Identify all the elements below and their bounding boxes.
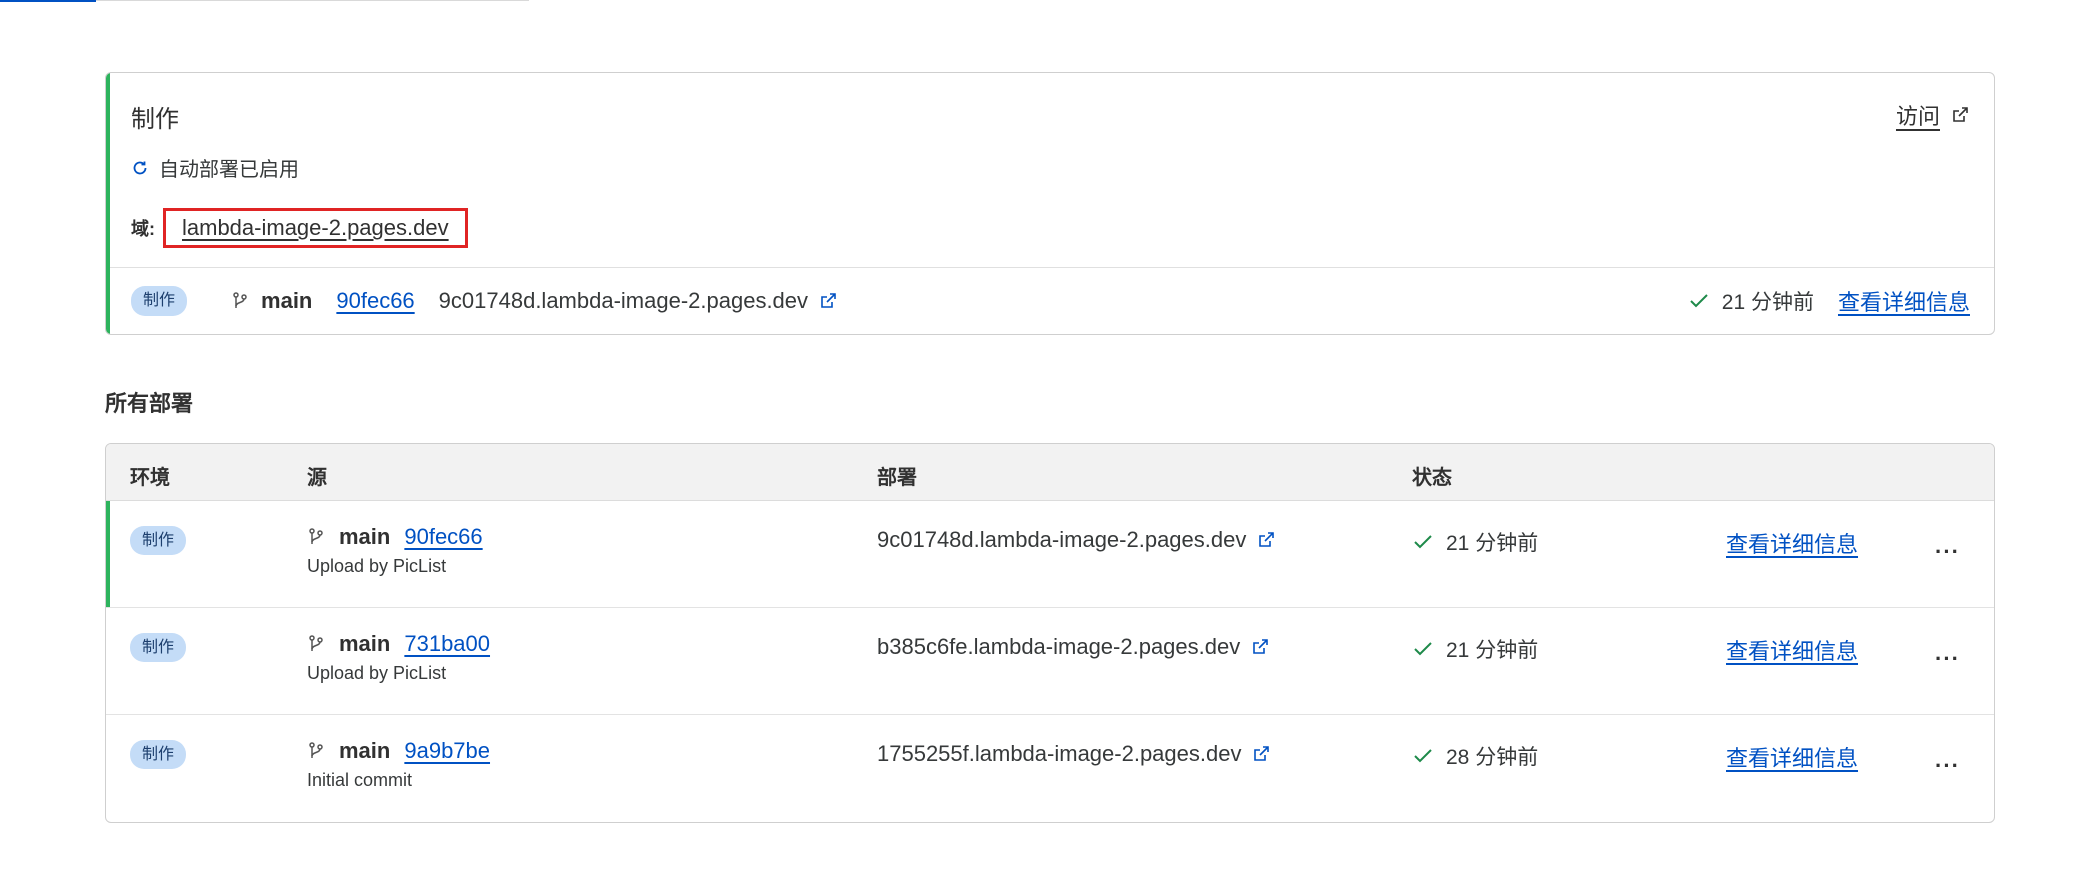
check-icon	[1414, 749, 1432, 763]
tab-underline	[0, 0, 529, 2]
production-card: 制作 访问 自动部署已启用 域: lambda-image-2.pages.de…	[105, 72, 1995, 335]
commit-hash-link[interactable]: 9a9b7be	[404, 738, 490, 764]
branch-name: main	[339, 738, 391, 763]
branch-name: main	[339, 631, 391, 656]
visit-label: 访问	[1895, 104, 1940, 129]
git-branch-icon	[309, 528, 323, 544]
column-header-source: 源	[307, 467, 327, 489]
view-details-link[interactable]: 查看详细信息	[1726, 527, 1858, 559]
external-link-icon	[1953, 107, 1968, 122]
external-link-icon[interactable]	[1251, 744, 1271, 764]
branch-name: main	[339, 524, 391, 549]
commit-hash-link[interactable]: 731ba00	[404, 631, 490, 657]
table-row: 制作 main 731ba00 Upload by PicList b385c6…	[106, 608, 1994, 715]
production-accent-bar	[106, 73, 110, 334]
column-header-status: 状态	[1412, 467, 1452, 489]
commit-message: Upload by PicList	[307, 556, 447, 576]
deployment-cell: 1755255f.lambda-image-2.pages.dev	[877, 741, 1271, 767]
table-row: 制作 main 9a9b7be Initial commit 1755255f.…	[106, 715, 1994, 822]
check-icon	[1414, 642, 1432, 656]
deployments-table: 环境 源 部署 状态 制作 main 90fec66 Upload by Pic…	[105, 443, 1995, 823]
more-actions-icon[interactable]: ···	[1935, 753, 1960, 779]
source-cell: main 731ba00 Upload by PicList	[307, 631, 490, 684]
external-link-icon[interactable]	[1250, 637, 1270, 657]
env-badge: 制作	[130, 740, 187, 770]
view-details-link[interactable]: 查看详细信息	[1726, 634, 1858, 666]
refresh-icon	[133, 161, 147, 174]
production-title: 制作	[131, 106, 179, 133]
commit-message: Upload by PicList	[307, 663, 447, 683]
status-time: 21 分钟前	[1446, 639, 1539, 662]
auto-deploy-status: 自动部署已启用	[131, 153, 299, 182]
status-time: 28 分钟前	[1446, 746, 1539, 769]
git-branch-icon	[309, 742, 323, 758]
table-row: 制作 main 90fec66 Upload by PicList 9c0174…	[106, 501, 1994, 608]
status-cell: 28 分钟前	[1412, 741, 1538, 771]
deployment-url: 9c01748d.lambda-image-2.pages.dev	[877, 527, 1247, 552]
domain-link[interactable]: lambda-image-2.pages.dev	[182, 215, 449, 240]
domain-row: 域: lambda-image-2.pages.dev	[131, 208, 468, 248]
deployment-cell: b385c6fe.lambda-image-2.pages.dev	[877, 634, 1270, 660]
domain-label: 域:	[131, 219, 155, 239]
status-cell: 21 分钟前	[1412, 634, 1538, 664]
external-link-icon[interactable]	[1256, 530, 1276, 550]
external-link-icon[interactable]	[818, 291, 838, 311]
deployment-cell: 9c01748d.lambda-image-2.pages.dev	[877, 527, 1276, 553]
latest-deployment-row: 制作 main 90fec66 9c01748d.lambda-image-2.…	[131, 267, 1970, 334]
domain-highlight-box: lambda-image-2.pages.dev	[163, 208, 468, 248]
all-deployments-title: 所有部署	[105, 391, 194, 416]
check-icon	[1414, 535, 1432, 549]
status-time: 21 分钟前	[1721, 291, 1814, 314]
more-actions-icon[interactable]: ···	[1935, 539, 1960, 565]
check-icon	[1690, 294, 1708, 308]
view-details-link[interactable]: 查看详细信息	[1726, 741, 1858, 773]
git-branch-icon	[233, 292, 247, 308]
current-deployment-accent	[106, 501, 110, 607]
commit-message: Initial commit	[307, 770, 413, 790]
source-cell: main 90fec66 Upload by PicList	[307, 524, 483, 577]
status-time: 21 分钟前	[1446, 532, 1539, 555]
active-tab-indicator	[0, 0, 96, 2]
env-badge: 制作	[130, 633, 187, 663]
view-details-link[interactable]: 查看详细信息	[1838, 285, 1970, 317]
deployment-url: b385c6fe.lambda-image-2.pages.dev	[877, 634, 1241, 659]
visit-link[interactable]: 访问	[1896, 99, 1970, 131]
deployment-url: 1755255f.lambda-image-2.pages.dev	[877, 741, 1242, 766]
commit-hash-link[interactable]: 90fec66	[336, 288, 414, 314]
table-header: 环境 源 部署 状态	[106, 444, 1994, 501]
source-cell: main 9a9b7be Initial commit	[307, 738, 490, 791]
env-badge: 制作	[131, 286, 188, 316]
commit-hash-link[interactable]: 90fec66	[404, 524, 482, 550]
column-header-deployment: 部署	[877, 467, 917, 489]
column-header-environment: 环境	[130, 467, 170, 489]
env-badge: 制作	[130, 526, 187, 556]
more-actions-icon[interactable]: ···	[1935, 646, 1960, 672]
status-cell: 21 分钟前	[1412, 527, 1538, 557]
git-branch-icon	[309, 635, 323, 651]
deployment-url: 9c01748d.lambda-image-2.pages.dev	[438, 288, 809, 313]
branch-name: main	[261, 288, 313, 313]
auto-deploy-text: 自动部署已启用	[159, 159, 299, 181]
